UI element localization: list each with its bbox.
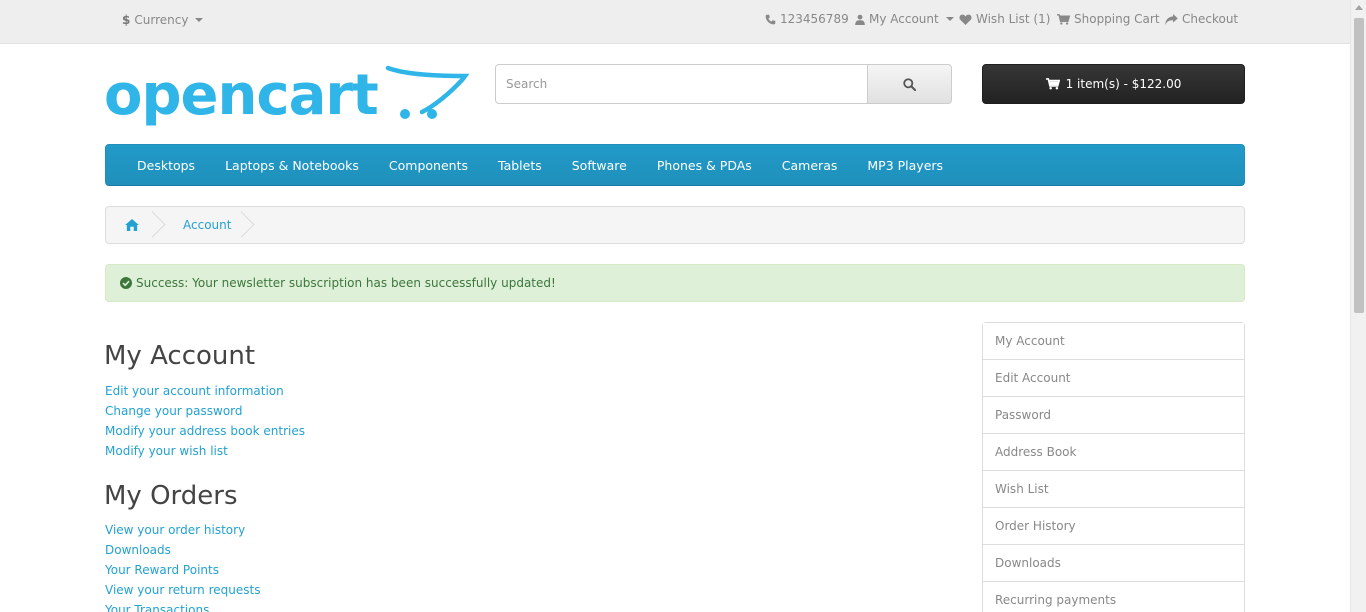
sidebar-item-order-history[interactable]: Order History bbox=[983, 508, 1244, 545]
order-history-link[interactable]: View your order history bbox=[105, 523, 245, 537]
sidebar-item-address-book[interactable]: Address Book bbox=[983, 434, 1244, 471]
breadcrumb-separator bbox=[241, 207, 279, 243]
menu-item-components[interactable]: Components bbox=[374, 158, 483, 173]
alert-message: Success: Your newsletter subscription ha… bbox=[136, 276, 556, 290]
wish-list-content-link[interactable]: Modify your wish list bbox=[105, 444, 228, 458]
my-account-links: Edit your account information Change you… bbox=[105, 381, 305, 461]
opencart-logo[interactable]: opencart bbox=[104, 62, 470, 137]
shopping-cart-link[interactable]: Shopping Cart bbox=[1057, 12, 1160, 26]
account-sidebar: My Account Edit Account Password Address… bbox=[982, 322, 1245, 612]
phone-link[interactable]: 123456789 bbox=[765, 12, 849, 26]
list-item: Your Transactions bbox=[105, 600, 260, 612]
menu-item-laptops-notebooks[interactable]: Laptops & Notebooks bbox=[210, 158, 374, 173]
sidebar-item-edit-account[interactable]: Edit Account bbox=[983, 360, 1244, 397]
cart-button[interactable]: 1 item(s) - $122.00 bbox=[982, 64, 1245, 104]
page-scrollbar[interactable] bbox=[1350, 0, 1366, 612]
phone-icon bbox=[765, 14, 776, 24]
top-bar: $ Currency 123456789 My Account Wish Lis… bbox=[0, 0, 1350, 44]
sidebar-item-wish-list[interactable]: Wish List bbox=[983, 471, 1244, 508]
currency-dropdown[interactable]: $ Currency bbox=[122, 13, 204, 27]
address-book-link[interactable]: Modify your address book entries bbox=[105, 424, 305, 438]
menu-item-phones-pdas[interactable]: Phones & PDAs bbox=[642, 158, 767, 173]
reward-points-link[interactable]: Your Reward Points bbox=[105, 563, 219, 577]
list-item: Change your password bbox=[105, 401, 305, 421]
list-item: Modify your wish list bbox=[105, 441, 305, 461]
change-password-link[interactable]: Change your password bbox=[105, 404, 243, 418]
scrollbar-thumb[interactable] bbox=[1354, 18, 1364, 313]
logo-text: opencart bbox=[104, 63, 378, 128]
cart-total-label: 1 item(s) - $122.00 bbox=[1065, 77, 1182, 91]
menu-item-desktops[interactable]: Desktops bbox=[122, 158, 210, 173]
menu-item-cameras[interactable]: Cameras bbox=[767, 158, 853, 173]
list-item: Edit your account information bbox=[105, 381, 305, 401]
success-alert: Success: Your newsletter subscription ha… bbox=[105, 264, 1245, 302]
shopping-cart-label: Shopping Cart bbox=[1074, 12, 1160, 26]
sidebar-item-password[interactable]: Password bbox=[983, 397, 1244, 434]
list-item: Modify your address book entries bbox=[105, 421, 305, 441]
transactions-link[interactable]: Your Transactions bbox=[105, 603, 209, 612]
search-button[interactable] bbox=[867, 64, 952, 104]
currency-label: Currency bbox=[134, 13, 189, 27]
list-item: Downloads bbox=[105, 540, 260, 560]
share-icon bbox=[1165, 13, 1178, 25]
my-orders-heading: My Orders bbox=[104, 481, 238, 511]
wish-list-label: Wish List (1) bbox=[976, 12, 1051, 26]
wish-list-link[interactable]: Wish List (1) bbox=[959, 12, 1050, 26]
checkout-label: Checkout bbox=[1182, 12, 1239, 26]
my-account-dropdown[interactable]: My Account bbox=[855, 12, 954, 26]
list-item: View your return requests bbox=[105, 580, 260, 600]
sidebar-item-downloads[interactable]: Downloads bbox=[983, 545, 1244, 582]
menu-item-mp3-players[interactable]: MP3 Players bbox=[852, 158, 958, 173]
search-input[interactable] bbox=[495, 64, 868, 104]
sidebar-item-my-account[interactable]: My Account bbox=[983, 323, 1244, 360]
menu-item-tablets[interactable]: Tablets bbox=[483, 158, 557, 173]
shopping-cart-icon bbox=[1045, 78, 1060, 90]
scroll-up-arrow-icon[interactable] bbox=[1355, 5, 1363, 10]
return-requests-link[interactable]: View your return requests bbox=[105, 583, 260, 597]
search-icon bbox=[903, 77, 916, 91]
home-icon bbox=[125, 219, 139, 231]
chevron-down-icon bbox=[945, 17, 954, 21]
checkout-link[interactable]: Checkout bbox=[1165, 12, 1238, 26]
currency-symbol: $ bbox=[122, 13, 131, 27]
breadcrumb-account[interactable]: Account bbox=[183, 207, 231, 243]
breadcrumb: Account bbox=[105, 206, 1245, 244]
list-item: View your order history bbox=[105, 520, 260, 540]
chevron-down-icon bbox=[195, 18, 204, 22]
heart-icon bbox=[959, 14, 972, 25]
my-orders-links: View your order history Downloads Your R… bbox=[105, 520, 260, 612]
sidebar-item-recurring-payments[interactable]: Recurring payments bbox=[983, 582, 1244, 612]
check-circle-icon bbox=[120, 277, 132, 289]
my-account-label: My Account bbox=[869, 12, 939, 26]
downloads-link[interactable]: Downloads bbox=[105, 543, 171, 557]
category-menu: Desktops Laptops & Notebooks Components … bbox=[105, 144, 1245, 186]
breadcrumb-home[interactable] bbox=[125, 207, 139, 243]
menu-item-software[interactable]: Software bbox=[557, 158, 642, 173]
user-icon bbox=[855, 14, 865, 25]
shopping-cart-icon bbox=[1057, 13, 1070, 25]
edit-account-link[interactable]: Edit your account information bbox=[105, 384, 284, 398]
list-item: Your Reward Points bbox=[105, 560, 260, 580]
my-account-heading: My Account bbox=[104, 341, 256, 371]
phone-number: 123456789 bbox=[780, 12, 849, 26]
